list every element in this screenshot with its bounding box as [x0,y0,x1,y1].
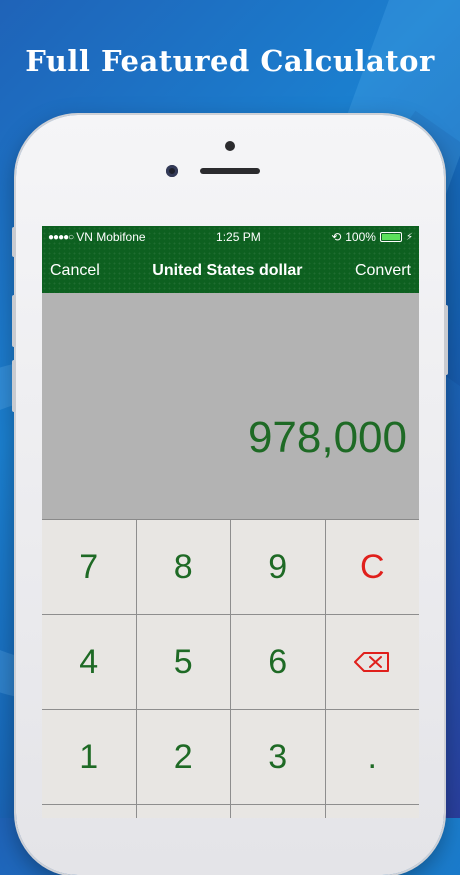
key-2[interactable]: 2 [136,710,230,804]
earpiece-speaker [200,168,260,174]
key-7[interactable]: 7 [42,520,136,614]
status-right: ⟲ 100% ⚡ [331,230,413,244]
status-time: 1:25 PM [216,230,261,244]
clear-button[interactable]: C [325,520,419,614]
decimal-key[interactable]: . [325,710,419,804]
mute-switch [12,227,16,257]
key-row-partial-2[interactable] [136,805,230,818]
power-button [444,305,448,375]
status-left: ●●●●○ VN Mobifone [48,230,146,244]
key-row-partial-4[interactable] [325,805,419,818]
backspace-button[interactable] [325,615,419,709]
charging-icon: ⚡ [405,231,413,243]
proximity-sensor [225,141,235,151]
cancel-button[interactable]: Cancel [50,262,100,280]
display-value: 978,000 [247,413,407,462]
key-1[interactable]: 1 [42,710,136,804]
carrier-name: VN Mobifone [76,230,146,244]
volume-down-button [12,360,16,412]
key-3[interactable]: 3 [231,710,325,804]
calculator-display: 978,000 [42,293,419,520]
keypad: 7 8 9 C 4 5 6 1 2 3 . [42,520,419,818]
header: ●●●●○ VN Mobifone 1:25 PM ⟲ 100% ⚡ Cance… [42,226,419,293]
front-camera [166,165,178,177]
key-4[interactable]: 4 [42,615,136,709]
battery-icon [379,232,402,242]
key-9[interactable]: 9 [231,520,325,614]
key-row-partial-1[interactable] [42,805,136,818]
signal-strength-icon: ●●●●○ [48,231,74,243]
key-row-partial-3[interactable] [231,805,325,818]
status-bar: ●●●●○ VN Mobifone 1:25 PM ⟲ 100% ⚡ [42,226,419,248]
convert-button[interactable]: Convert [355,262,411,280]
key-6[interactable]: 6 [231,615,325,709]
navigation-bar: Cancel United States dollar Convert [42,248,419,293]
app-screen: ●●●●○ VN Mobifone 1:25 PM ⟲ 100% ⚡ Cance… [42,226,419,818]
currency-title: United States dollar [152,261,303,279]
volume-up-button [12,295,16,347]
backspace-icon [354,652,390,672]
battery-percent: 100% [345,230,376,244]
rotation-lock-icon: ⟲ [331,230,342,244]
key-8[interactable]: 8 [136,520,230,614]
key-5[interactable]: 5 [136,615,230,709]
promo-title: Full Featured Calculator [25,44,435,78]
